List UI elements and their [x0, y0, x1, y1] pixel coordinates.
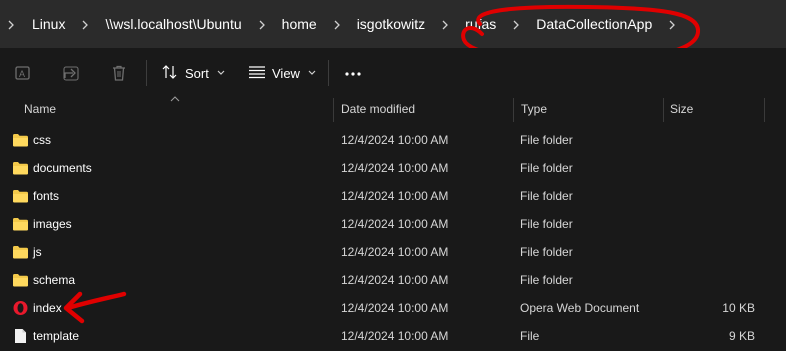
column-header-size[interactable]: Size	[670, 98, 693, 122]
view-icon	[248, 65, 266, 82]
folder-icon	[12, 244, 29, 260]
more-options-button[interactable]	[342, 60, 364, 86]
sort-label: Sort	[185, 65, 209, 81]
file-name: js	[33, 245, 42, 259]
svg-text:A: A	[19, 69, 25, 79]
column-header-row: Name Date modified Type Size	[0, 96, 786, 122]
folder-icon	[12, 132, 29, 148]
toolbar-divider	[146, 60, 147, 86]
folder-icon	[12, 188, 29, 204]
column-divider[interactable]	[513, 98, 514, 122]
table-row[interactable]: schema 12/4/2024 10:00 AM File folder	[0, 266, 786, 294]
chevron-right-icon[interactable]	[505, 0, 527, 48]
file-date: 12/4/2024 10:00 AM	[341, 217, 449, 231]
table-row[interactable]: index 12/4/2024 10:00 AM Opera Web Docum…	[0, 294, 786, 322]
file-date: 12/4/2024 10:00 AM	[341, 161, 449, 175]
opera-icon	[12, 300, 29, 316]
column-divider[interactable]	[333, 98, 334, 122]
more-icon	[344, 64, 362, 82]
address-bar[interactable]: Linux \\wsl.localhost\Ubuntu home isgotk…	[0, 0, 786, 48]
folder-icon	[12, 160, 29, 176]
chevron-down-icon	[308, 68, 316, 78]
file-explorer-window: Linux \\wsl.localhost\Ubuntu home isgotk…	[0, 0, 786, 351]
chevron-right-icon[interactable]	[251, 0, 273, 48]
breadcrumb: Linux \\wsl.localhost\Ubuntu home isgotk…	[0, 0, 683, 48]
file-name: index	[33, 301, 62, 315]
folder-icon	[12, 216, 29, 232]
table-row[interactable]: documents 12/4/2024 10:00 AM File folder	[0, 154, 786, 182]
chevron-right-icon[interactable]	[434, 0, 456, 48]
file-date: 12/4/2024 10:00 AM	[341, 329, 449, 343]
file-type: File folder	[520, 133, 573, 147]
table-row[interactable]: css 12/4/2024 10:00 AM File folder	[0, 126, 786, 154]
breadcrumb-item-rufas[interactable]: rufas	[456, 0, 505, 48]
file-type: File folder	[520, 161, 573, 175]
chevron-right-icon[interactable]	[326, 0, 348, 48]
chevron-down-icon	[217, 68, 225, 78]
column-header-name[interactable]: Name	[24, 98, 56, 122]
file-name: fonts	[33, 189, 60, 203]
column-divider[interactable]	[663, 98, 664, 122]
chevron-right-icon[interactable]	[661, 0, 683, 48]
file-icon	[12, 328, 29, 344]
file-date: 12/4/2024 10:00 AM	[341, 189, 449, 203]
file-type: File folder	[520, 273, 573, 287]
file-type: File folder	[520, 189, 573, 203]
file-date: 12/4/2024 10:00 AM	[341, 273, 449, 287]
file-size: 10 KB	[722, 301, 755, 315]
sort-icon	[161, 64, 179, 83]
file-type: File folder	[520, 245, 573, 259]
rename-icon[interactable]: A	[14, 64, 32, 82]
view-button[interactable]: View	[248, 60, 316, 86]
file-type: File folder	[520, 217, 573, 231]
file-name: images	[33, 217, 72, 231]
breadcrumb-item-isgotkowitz[interactable]: isgotkowitz	[348, 0, 434, 48]
folder-icon	[12, 272, 29, 288]
column-divider[interactable]	[764, 98, 765, 122]
delete-icon[interactable]	[110, 64, 128, 82]
sort-button[interactable]: Sort	[161, 60, 225, 86]
file-name: css	[33, 133, 51, 147]
command-bar: A Sort View	[0, 48, 786, 98]
breadcrumb-item-ubuntu[interactable]: \\wsl.localhost\Ubuntu	[96, 0, 250, 48]
column-header-type[interactable]: Type	[521, 98, 547, 122]
file-name: template	[33, 329, 80, 343]
sort-ascending-icon	[170, 96, 180, 102]
column-header-date[interactable]: Date modified	[341, 98, 415, 122]
breadcrumb-item-linux[interactable]: Linux	[22, 0, 74, 48]
file-name: schema	[33, 273, 76, 287]
table-row[interactable]: images 12/4/2024 10:00 AM File folder	[0, 210, 786, 238]
share-icon[interactable]	[62, 64, 80, 82]
file-date: 12/4/2024 10:00 AM	[341, 301, 449, 315]
file-name: documents	[33, 161, 92, 175]
table-row[interactable]: template 12/4/2024 10:00 AM File 9 KB	[0, 322, 786, 350]
file-type: File	[520, 329, 540, 343]
file-date: 12/4/2024 10:00 AM	[341, 133, 449, 147]
breadcrumb-item-datacollectionapp[interactable]: DataCollectionApp	[527, 0, 661, 48]
file-type: Opera Web Document	[520, 301, 640, 315]
toolbar-divider	[328, 60, 329, 86]
breadcrumb-item-home[interactable]: home	[273, 0, 326, 48]
chevron-right-icon[interactable]	[74, 0, 96, 48]
file-date: 12/4/2024 10:00 AM	[341, 245, 449, 259]
view-label: View	[272, 65, 300, 81]
file-size: 9 KB	[728, 329, 755, 343]
table-row[interactable]: js 12/4/2024 10:00 AM File folder	[0, 238, 786, 266]
chevron-right-icon[interactable]	[0, 0, 22, 48]
table-row[interactable]: fonts 12/4/2024 10:00 AM File folder	[0, 182, 786, 210]
